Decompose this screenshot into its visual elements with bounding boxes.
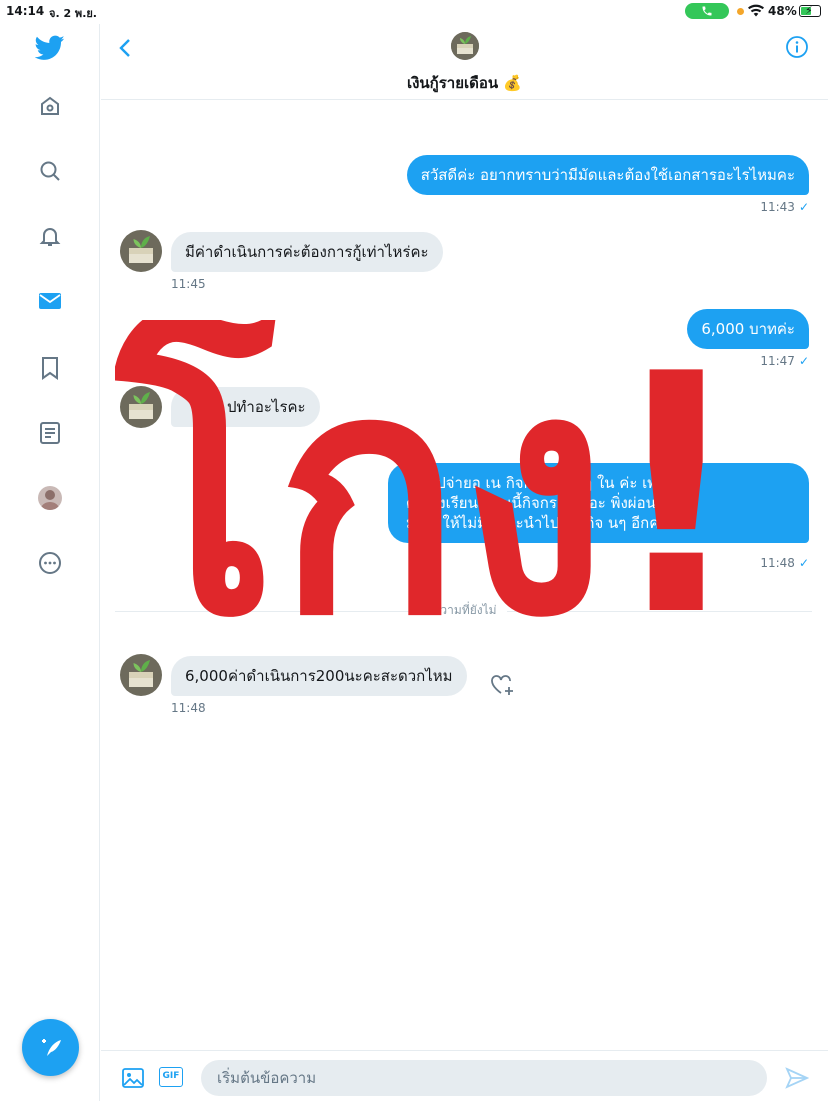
profile-avatar[interactable]: [34, 482, 66, 514]
battery-percent: 48%: [768, 4, 797, 18]
message-bubble-incoming[interactable]: มีค่าดำเนินการค่ะต้องการกู้เท่าไหร่คะ: [171, 232, 443, 272]
mail-icon[interactable]: [34, 285, 66, 317]
message-text: ปทำอะไรคะ: [227, 398, 306, 416]
send-icon[interactable]: [785, 1067, 809, 1089]
status-date: จ. 2 พ.ย.: [49, 7, 97, 20]
message-text-line: ตัวเองเรียนต อนนี้กิจกรรมเยอะ พิ่งผ่อนค่…: [406, 494, 675, 512]
message-text: 6,000ค่าดำเนินการ200นะคะสะดวกไหม: [185, 667, 453, 685]
message-bubble-incoming[interactable]: 6,000ค่าดำเนินการ200นะคะสะดวกไหม: [171, 656, 467, 696]
conversation-header: เงินกู้รายเดือน 💰: [101, 24, 828, 100]
image-icon[interactable]: [121, 1066, 145, 1090]
wifi-icon: [748, 4, 764, 17]
twitter-logo-icon[interactable]: [34, 32, 66, 64]
message-text: สวัสดีค่ะ อยากทราบว่ามีมัดและต้องใช้เอกส…: [420, 166, 795, 184]
status-time: 14:14: [6, 4, 45, 18]
contact-avatar[interactable]: [120, 230, 162, 272]
message-timestamp: 11:48: [171, 701, 206, 715]
message-timestamp: 11:48 ✓: [760, 556, 809, 570]
active-call-indicator[interactable]: [685, 3, 729, 19]
message-text: มีค่าดำเนินการค่ะต้องการกู้เท่าไหร่คะ: [185, 243, 429, 261]
search-icon[interactable]: [34, 155, 66, 187]
back-icon[interactable]: [115, 36, 135, 60]
message-bubble-incoming[interactable]: ปทำอะไรคะ: [171, 387, 320, 427]
phone-icon: [702, 6, 712, 16]
compose-icon: [41, 1038, 61, 1056]
unread-label: ความที่ยังไม่: [101, 601, 828, 620]
message-timestamp: 11:45: [171, 277, 206, 291]
contact-avatar[interactable]: [120, 654, 162, 696]
sent-check-icon: ✓: [798, 354, 809, 368]
contact-avatar[interactable]: [451, 32, 479, 60]
message-bubble-outgoing[interactable]: สวัสดีค่ะ อยากทราบว่ามีมัดและต้องใช้เอกส…: [406, 155, 809, 195]
message-text-line: ม ไป ให้ไม่มีเ ที่จะนำไปจ่ายกิจ นๆ อีกค่…: [406, 514, 668, 532]
bell-icon[interactable]: [34, 220, 66, 252]
info-icon[interactable]: [785, 35, 809, 59]
status-bar: 14:14 จ. 2 พ.ย. 48% ⚡: [0, 0, 828, 24]
sidebar: [0, 24, 100, 1101]
conversation-title[interactable]: เงินกู้รายเดือน 💰: [101, 71, 828, 95]
list-icon[interactable]: [34, 417, 66, 449]
compose-button[interactable]: [22, 1019, 79, 1076]
sent-check-icon: ✓: [798, 556, 809, 570]
gif-button[interactable]: GIF: [159, 1067, 183, 1087]
message-timestamp: 11:43 ✓: [760, 200, 809, 214]
composer: GIF: [101, 1050, 828, 1101]
contact-avatar[interactable]: [120, 386, 162, 428]
battery-icon: ⚡: [799, 4, 821, 17]
bookmark-icon[interactable]: [34, 352, 66, 384]
more-icon[interactable]: [34, 547, 66, 579]
message-timestamp: 11:47 ✓: [760, 354, 809, 368]
message-bubble-outgoing[interactable]: เงินไปจ่ายอ เน กิจกรรมต่างๆ ใน ค่ะ เพราะ…: [388, 463, 809, 543]
home-icon[interactable]: [34, 90, 66, 122]
message-text: 6,000 บาทค่ะ: [701, 320, 795, 338]
message-text-line: เงินไปจ่ายอ เน กิจกรรมต่างๆ ใน ค่ะ เพราะ: [406, 474, 682, 492]
location-dot-icon: [737, 8, 744, 15]
message-list: สวัสดีค่ะ อยากทราบว่ามีมัดและต้องใช้เอกส…: [101, 101, 828, 1049]
add-reaction-heart-icon[interactable]: [490, 673, 516, 697]
message-input[interactable]: [201, 1060, 767, 1096]
message-bubble-outgoing[interactable]: 6,000 บาทค่ะ: [687, 309, 809, 349]
sent-check-icon: ✓: [798, 200, 809, 214]
